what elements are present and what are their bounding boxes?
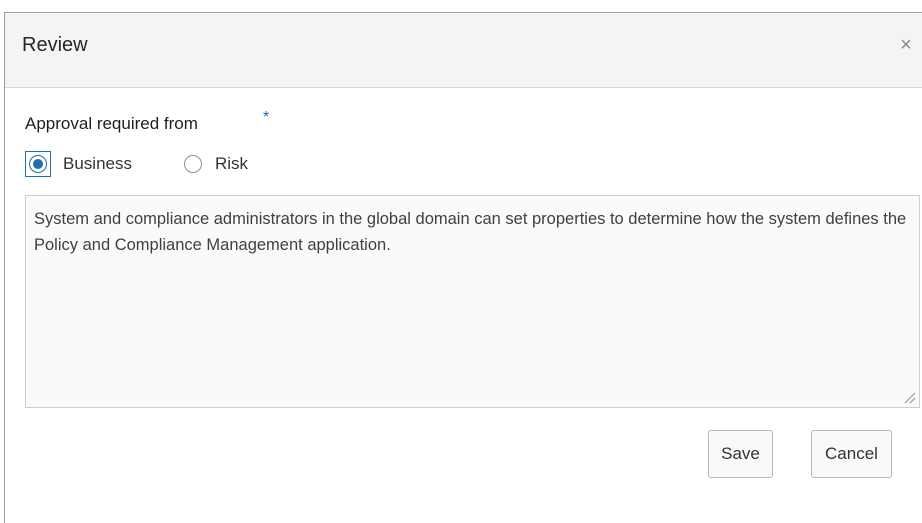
radio-risk-label: Risk — [215, 154, 249, 173]
approval-label: Approval required from — [25, 114, 198, 133]
radio-wrapper — [183, 154, 203, 174]
cancel-button[interactable]: Cancel — [811, 430, 892, 478]
dialog-header: Review × — [5, 13, 922, 88]
review-dialog: Review × Approval required from * Busine… — [4, 12, 922, 523]
required-marker: * — [263, 109, 270, 126]
radio-business[interactable]: Business — [25, 151, 132, 177]
radio-unchecked-icon — [184, 155, 202, 173]
dialog-title: Review — [22, 34, 88, 56]
radio-risk[interactable]: Risk — [183, 151, 248, 177]
comment-textarea[interactable]: System and compliance administrators in … — [25, 195, 920, 408]
save-button[interactable]: Save — [708, 430, 773, 478]
radio-business-label: Business — [63, 154, 132, 173]
radio-checked-icon — [29, 155, 47, 173]
radio-focus-ring — [25, 151, 51, 177]
close-icon[interactable]: × — [898, 35, 914, 55]
resize-grip-icon[interactable] — [902, 390, 916, 404]
